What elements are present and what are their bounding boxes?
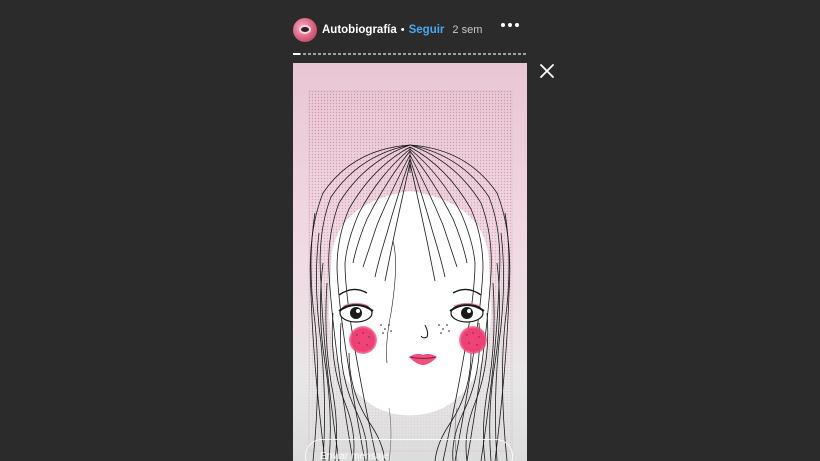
reply-message-input[interactable] xyxy=(305,439,513,461)
story-header: Autobiografía • Seguir 2 sem xyxy=(293,16,527,44)
post-time: 2 sem xyxy=(452,24,483,36)
follow-button[interactable]: Seguir xyxy=(409,24,445,36)
girl-portrait-illustration xyxy=(308,90,513,461)
story-progress-bar xyxy=(293,53,527,55)
story-progress-fill xyxy=(293,53,301,55)
story-media[interactable] xyxy=(293,63,527,461)
more-options-icon[interactable] xyxy=(501,23,519,27)
profile-avatar[interactable] xyxy=(293,18,317,42)
username-link[interactable]: Autobiografía xyxy=(322,24,397,36)
header-separator: • xyxy=(400,24,405,36)
close-icon[interactable] xyxy=(540,64,554,78)
story-viewer: Autobiografía • Seguir 2 sem xyxy=(0,0,820,461)
